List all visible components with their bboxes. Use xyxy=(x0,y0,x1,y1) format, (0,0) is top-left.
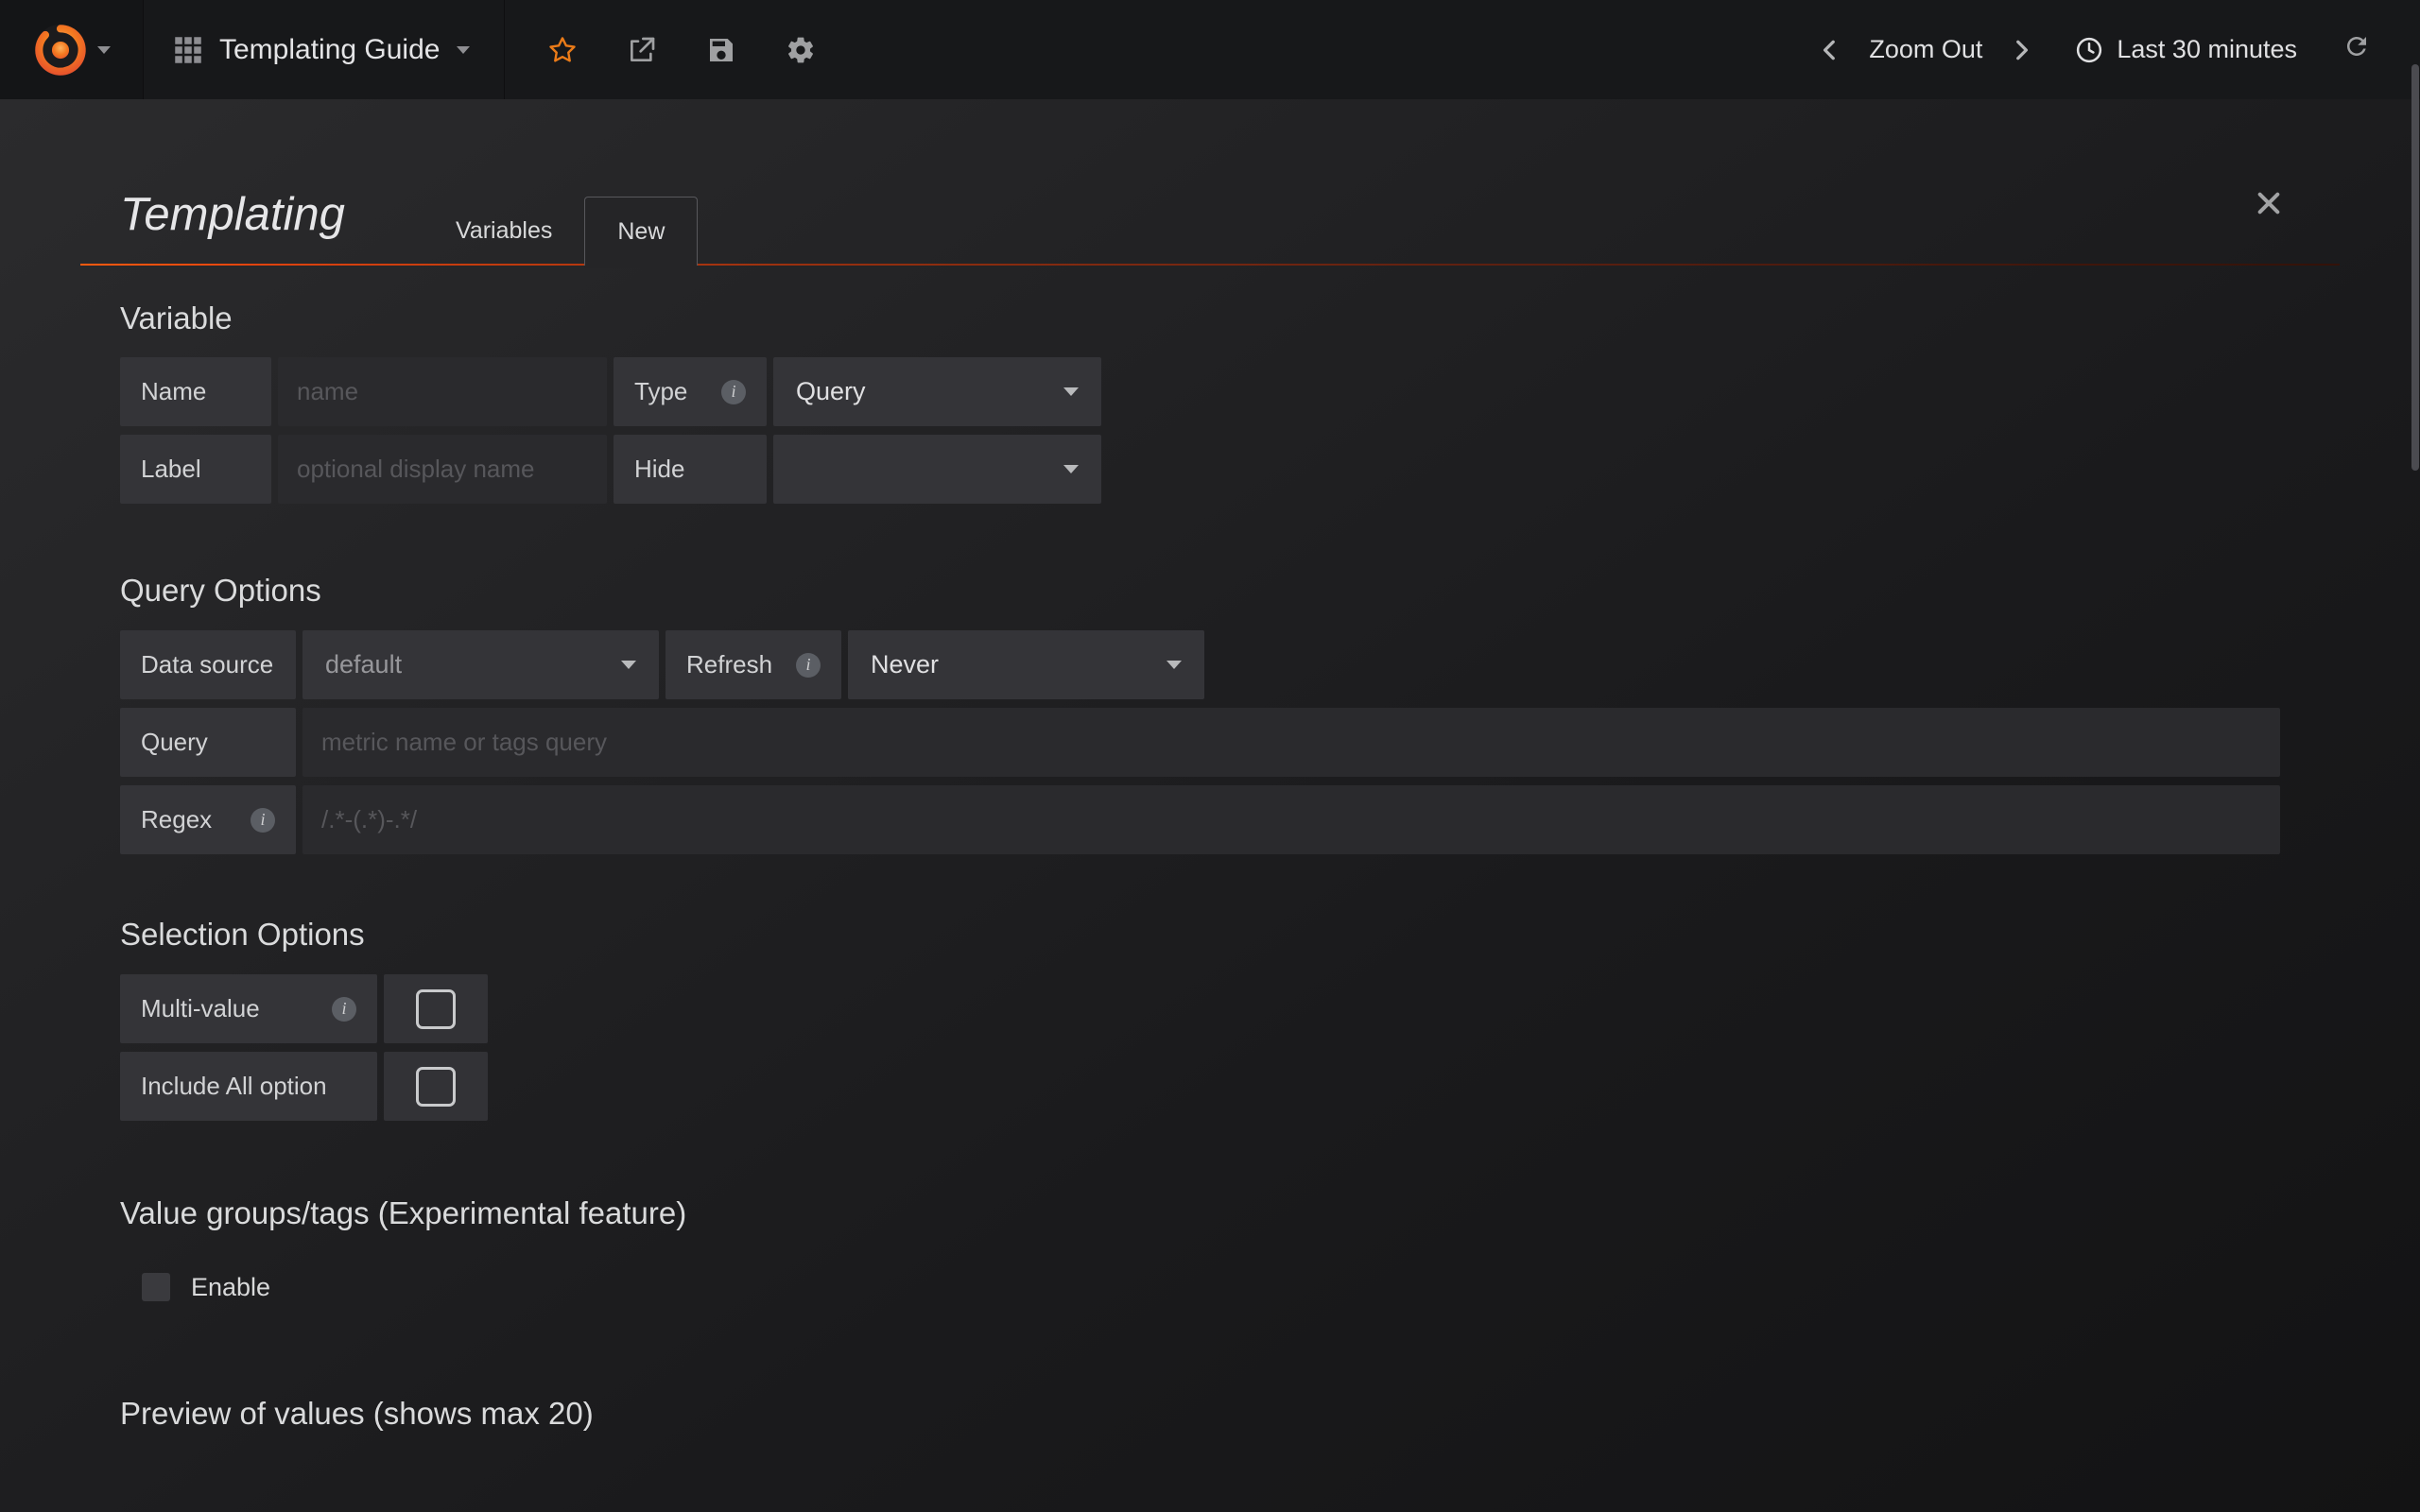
datasource-row: Data source default Refresh i Never xyxy=(120,630,2280,699)
chevron-down-icon xyxy=(457,46,470,54)
dashboard-title: Templating Guide xyxy=(219,34,440,66)
top-navbar: Templating Guide xyxy=(0,0,2420,99)
refresh-label-text: Refresh xyxy=(686,650,772,679)
name-input[interactable] xyxy=(278,357,607,426)
checkbox-icon xyxy=(416,1067,456,1107)
value-groups-heading: Value groups/tags (Experimental feature) xyxy=(120,1195,2280,1231)
save-icon xyxy=(706,35,736,65)
label-label: Label xyxy=(120,435,271,504)
dashboard-toolbar xyxy=(505,0,858,99)
zoom-out-button[interactable]: Zoom Out xyxy=(1869,35,1982,64)
query-input[interactable] xyxy=(302,708,2280,777)
close-button[interactable] xyxy=(2252,186,2286,220)
datasource-label: Data source xyxy=(120,630,296,699)
regex-row: Regex i xyxy=(120,785,2280,854)
time-shift-back-button[interactable] xyxy=(1816,36,1844,64)
info-icon[interactable]: i xyxy=(721,380,746,404)
refresh-select[interactable]: Never xyxy=(848,630,1204,699)
info-icon[interactable]: i xyxy=(251,808,275,833)
chevron-down-icon xyxy=(97,46,111,54)
datasource-select-value: default xyxy=(325,650,402,679)
type-select[interactable]: Query xyxy=(773,357,1101,426)
include-all-checkbox[interactable] xyxy=(384,1052,488,1121)
hide-label: Hide xyxy=(614,435,767,504)
save-button[interactable] xyxy=(705,34,737,66)
checkbox-icon xyxy=(416,989,456,1029)
type-select-value: Query xyxy=(796,377,866,406)
dashboard-picker[interactable]: Templating Guide xyxy=(144,0,505,99)
chevron-down-icon xyxy=(1167,661,1182,669)
scrollbar-thumb[interactable] xyxy=(2411,64,2419,471)
time-range-label: Last 30 minutes xyxy=(2117,35,2297,64)
grafana-menu-button[interactable] xyxy=(0,0,144,99)
enable-label: Enable xyxy=(191,1273,270,1302)
datasource-select[interactable]: default xyxy=(302,630,659,699)
info-icon[interactable]: i xyxy=(796,653,821,678)
tab-variables[interactable]: Variables xyxy=(424,197,584,266)
variable-section-heading: Variable xyxy=(120,301,2280,336)
chevron-down-icon xyxy=(1063,387,1079,396)
query-options-heading: Query Options xyxy=(120,573,2280,609)
refresh-select-value: Never xyxy=(871,650,939,679)
dashboard-grid-icon xyxy=(174,36,202,64)
variable-name-row: Name Type i Query xyxy=(120,357,2280,426)
settings-button[interactable] xyxy=(785,34,817,66)
preview-heading: Preview of values (shows max 20) xyxy=(120,1396,2280,1432)
multi-value-checkbox[interactable] xyxy=(384,974,488,1043)
clock-icon xyxy=(2075,36,2103,64)
editor-title: Templating xyxy=(120,188,424,266)
star-icon xyxy=(547,35,578,65)
chevron-down-icon xyxy=(1063,465,1079,473)
share-button[interactable] xyxy=(626,34,658,66)
regex-input[interactable] xyxy=(302,785,2280,854)
templating-editor: Templating Variables New Variable Name T… xyxy=(0,99,2420,1512)
editor-tabs: Variables New xyxy=(424,197,698,266)
editor-header: Templating Variables New xyxy=(120,99,2280,266)
chevron-right-icon xyxy=(2009,38,2033,62)
gear-icon xyxy=(786,35,816,65)
refresh-icon xyxy=(2342,32,2371,60)
hide-select[interactable] xyxy=(773,435,1101,504)
type-label: Type i xyxy=(614,357,767,426)
grafana-page: Templating Guide xyxy=(0,0,2420,1512)
chevron-left-icon xyxy=(1818,38,1842,62)
refresh-button[interactable] xyxy=(2342,32,2371,67)
time-controls: Zoom Out Last 30 minutes xyxy=(1816,0,2420,99)
tab-new[interactable]: New xyxy=(584,197,698,266)
variable-label-row: Label Hide xyxy=(120,435,2280,504)
time-range-picker[interactable]: Last 30 minutes xyxy=(2075,35,2297,64)
selection-options-heading: Selection Options xyxy=(120,917,2280,953)
type-label-text: Type xyxy=(634,377,687,406)
grafana-logo-icon xyxy=(33,23,88,77)
query-row: Query xyxy=(120,708,2280,777)
regex-label: Regex i xyxy=(120,785,296,854)
star-button[interactable] xyxy=(546,34,579,66)
enable-checkbox[interactable] xyxy=(142,1273,170,1301)
refresh-label: Refresh i xyxy=(666,630,841,699)
multi-value-label: Multi-value i xyxy=(120,974,377,1043)
share-icon xyxy=(627,35,657,65)
enable-row: Enable xyxy=(142,1266,2280,1308)
chevron-down-icon xyxy=(621,661,636,669)
info-icon[interactable]: i xyxy=(332,997,356,1022)
multi-value-label-text: Multi-value xyxy=(141,994,260,1023)
include-all-row: Include All option xyxy=(120,1052,2280,1121)
label-input[interactable] xyxy=(278,435,607,504)
multi-value-row: Multi-value i xyxy=(120,974,2280,1043)
query-label: Query xyxy=(120,708,296,777)
name-label: Name xyxy=(120,357,271,426)
close-icon xyxy=(2256,190,2282,216)
regex-label-text: Regex xyxy=(141,805,212,834)
include-all-label: Include All option xyxy=(120,1052,377,1121)
time-shift-forward-button[interactable] xyxy=(2007,36,2035,64)
